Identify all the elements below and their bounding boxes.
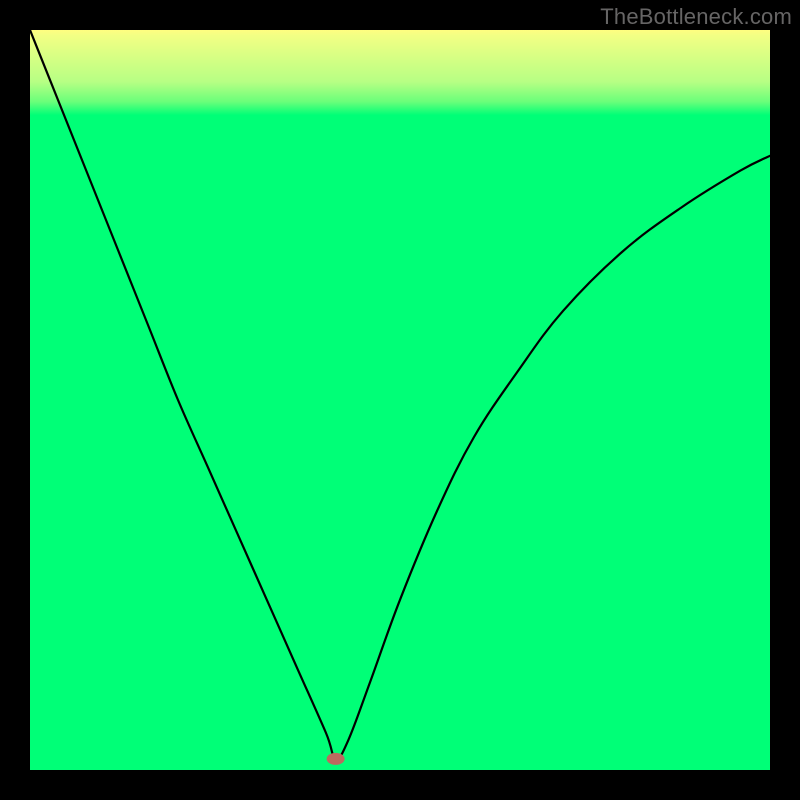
chart-svg (30, 30, 770, 770)
chart-frame: TheBottleneck.com (0, 0, 800, 800)
plot-area (30, 30, 770, 770)
minimum-marker (327, 753, 345, 765)
gradient-bg (30, 30, 770, 770)
watermark-text: TheBottleneck.com (600, 4, 792, 30)
